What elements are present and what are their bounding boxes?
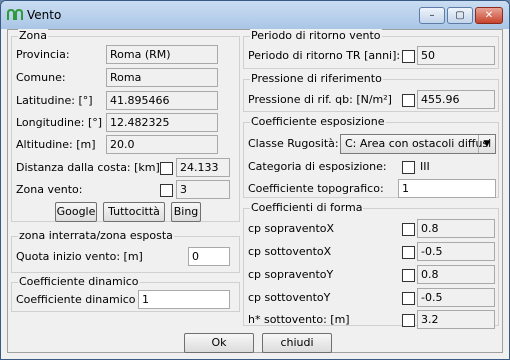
forma-group: Coefficienti di forma cp sopraventoX 0.8… — [243, 201, 499, 329]
bing-button[interactable]: Bing — [171, 202, 201, 222]
cd-label: Coefficiente dinamico cd: — [16, 293, 156, 306]
chiudi-button[interactable]: chiudi — [262, 333, 332, 353]
cp-sottoventox-checkbox[interactable] — [402, 246, 415, 259]
distanza-checkbox[interactable] — [160, 162, 173, 175]
distanza-field[interactable]: 24.133 — [176, 158, 230, 177]
comune-label: Comune: — [16, 71, 66, 84]
periodo-group-title: Periodo di ritorno vento — [250, 29, 382, 42]
zona-vento-label: Zona vento: — [16, 183, 83, 196]
esposizione-group: Coefficiente esposizione Classe Rugosità… — [243, 115, 499, 198]
cp-sopraventoy-checkbox[interactable] — [402, 269, 415, 282]
forma-group-title: Coefficienti di forma — [250, 201, 364, 214]
latitudine-field[interactable]: 41.895466 — [106, 91, 218, 110]
topografico-field[interactable]: 1 — [398, 179, 496, 198]
longitudine-label: Longitudine: [°] — [16, 116, 103, 129]
quota-field[interactable]: 0 — [188, 247, 230, 266]
pressione-group-title: Pressione di riferimento — [250, 72, 383, 85]
title-bar[interactable]: Vento – ▢ ✕ — [1, 1, 509, 29]
categoria-value: III — [420, 160, 430, 173]
app-icon — [7, 9, 23, 20]
cp-sottoventoy-field[interactable]: -0.5 — [417, 288, 495, 307]
tr-label: Periodo di ritorno TR [anni]: — [248, 49, 401, 62]
comune-field[interactable]: Roma — [106, 68, 218, 87]
dinamico-group-title: Coefficiente dinamico — [18, 275, 140, 288]
periodo-group: Periodo di ritorno vento Periodo di rito… — [243, 29, 499, 69]
provincia-label: Provincia: — [16, 48, 70, 61]
tr-field[interactable]: 50 — [417, 46, 495, 65]
qb-checkbox[interactable] — [402, 94, 415, 107]
zona-vento-checkbox[interactable] — [160, 184, 173, 197]
google-button[interactable]: Google — [55, 202, 97, 222]
zona-group-title: Zona — [18, 29, 48, 42]
altitudine-label: Altitudine: [m] — [16, 138, 96, 151]
cp-sopraventoy-label: cp sopraventoY — [248, 268, 334, 281]
qb-field[interactable]: 455.96 — [417, 90, 495, 109]
longitudine-field[interactable]: 12.482325 — [106, 113, 218, 132]
latitudine-label: Latitudine: [°] — [16, 94, 93, 107]
rugosita-select-value: C: Area con ostacoli diffusi — [345, 137, 492, 150]
dialog-body: Zona Provincia: Roma (RM) Comune: Roma L… — [7, 29, 503, 353]
cp-sopraventox-field[interactable]: 0.8 — [417, 219, 495, 238]
cp-sopraventox-checkbox[interactable] — [402, 223, 415, 236]
vento-window: Vento – ▢ ✕ Zona Provincia: Roma (RM) Co… — [0, 0, 510, 360]
distanza-label: Distanza dalla costa: [km] — [16, 161, 160, 174]
cp-sottoventox-label: cp sottoventoX — [248, 245, 332, 258]
cp-sopraventoy-field[interactable]: 0.8 — [417, 265, 495, 284]
dinamico-group: Coefficiente dinamico Coefficiente dinam… — [11, 275, 240, 312]
quota-label: Quota inizio vento: [m] — [16, 250, 143, 263]
tuttocitta-button[interactable]: Tuttocittà — [103, 202, 165, 222]
interrata-group-title: zona interrata/zona esposta — [18, 229, 174, 242]
zona-vento-field[interactable]: 3 — [176, 180, 230, 199]
cp-sottoventoy-label: cp sottoventoY — [248, 291, 331, 304]
window-title: Vento — [27, 8, 62, 22]
h-sottovento-checkbox[interactable] — [402, 314, 415, 327]
rugosita-select[interactable]: C: Area con ostacoli diffusi ▼ — [340, 134, 496, 154]
minimize-button[interactable]: – — [419, 7, 445, 24]
cp-sottoventoy-checkbox[interactable] — [402, 292, 415, 305]
altitudine-field[interactable]: 20.0 — [106, 135, 218, 154]
cd-field[interactable]: 1 — [138, 290, 230, 309]
ok-button[interactable]: Ok — [184, 333, 254, 353]
qb-label: Pressione di rif. qb: [N/m²] — [248, 93, 392, 106]
rugosita-label: Classe Rugosità: — [248, 137, 339, 150]
interrata-group: zona interrata/zona esposta Quota inizio… — [11, 229, 240, 273]
tr-checkbox[interactable] — [402, 50, 415, 63]
topografico-label: Coefficiente topografico: — [248, 182, 384, 195]
cp-sottoventox-field[interactable]: -0.5 — [417, 242, 495, 261]
zona-group: Zona Provincia: Roma (RM) Comune: Roma L… — [11, 29, 240, 222]
cp-sopraventox-label: cp sopraventoX — [248, 222, 335, 235]
provincia-field[interactable]: Roma (RM) — [106, 45, 218, 64]
chevron-down-icon[interactable]: ▼ — [478, 135, 495, 153]
maximize-button[interactable]: ▢ — [447, 7, 473, 24]
h-sottovento-field[interactable]: 3.2 — [417, 310, 495, 329]
esposizione-group-title: Coefficiente esposizione — [250, 115, 386, 128]
close-button[interactable]: ✕ — [475, 7, 503, 24]
categoria-checkbox[interactable] — [402, 161, 415, 174]
categoria-label: Categoria di esposizione: — [248, 160, 387, 173]
h-sottovento-label: h* sottovento: [m] — [248, 313, 350, 326]
pressione-group: Pressione di riferimento Pressione di ri… — [243, 72, 499, 112]
